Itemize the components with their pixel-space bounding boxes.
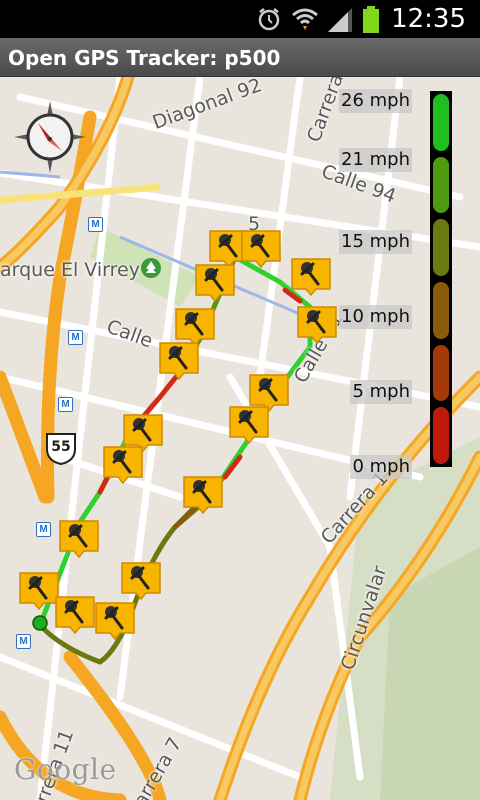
- waypoint-pin-icon[interactable]: [296, 305, 338, 345]
- metro-icon: M: [16, 634, 31, 649]
- legend-label-5: 5 mph: [350, 380, 412, 404]
- map-view[interactable]: Diagonal 92 Carrera Calle 94 5 arque El …: [0, 77, 480, 800]
- wifi-icon: [292, 8, 318, 30]
- waypoint-pin-icon[interactable]: [58, 519, 100, 559]
- legend-label-26: 26 mph: [339, 89, 412, 113]
- speed-color-bar: [430, 91, 452, 467]
- legend-label-10: 10 mph: [339, 305, 412, 329]
- waypoint-pin-icon[interactable]: [182, 475, 224, 515]
- metro-icon: M: [58, 397, 73, 412]
- signal-icon: [328, 8, 352, 32]
- status-clock: 12:35: [391, 4, 466, 34]
- waypoint-pin-icon[interactable]: [94, 601, 136, 641]
- page-title: Open GPS Tracker: p500: [8, 46, 281, 70]
- speed-color-segment: [433, 156, 449, 214]
- waypoint-pin-icon[interactable]: [120, 561, 162, 601]
- waypoint-pin-icon[interactable]: [290, 257, 332, 297]
- speed-color-segment: [433, 94, 449, 151]
- waypoint-pin-icon[interactable]: [102, 445, 144, 485]
- metro-icon: M: [36, 522, 51, 537]
- battery-icon: [363, 6, 379, 33]
- waypoint-pin-icon[interactable]: [240, 229, 282, 269]
- app-title-bar: Open GPS Tracker: p500: [0, 38, 480, 77]
- speed-color-segment: [433, 344, 449, 402]
- waypoint-pin-icon[interactable]: [158, 341, 200, 381]
- speed-color-segment: [433, 407, 449, 464]
- status-bar: 12:35: [0, 0, 480, 38]
- legend-label-21: 21 mph: [339, 148, 412, 172]
- legend-label-0: 0 mph: [350, 455, 412, 479]
- park-icon: [141, 258, 161, 278]
- legend-label-15: 15 mph: [339, 230, 412, 254]
- metro-icon: M: [88, 217, 103, 232]
- waypoint-pin-icon[interactable]: [54, 595, 96, 635]
- route-shield-number: 55: [51, 439, 71, 455]
- google-logo: Google: [14, 753, 117, 786]
- compass-icon[interactable]: [14, 101, 86, 173]
- speed-color-segment: [433, 219, 449, 276]
- metro-icon: M: [68, 330, 83, 345]
- waypoint-pin-icon[interactable]: [194, 263, 236, 303]
- waypoint-pin-icon[interactable]: [228, 405, 270, 445]
- alarm-clock-icon: [258, 8, 280, 31]
- speed-color-segment: [433, 282, 449, 339]
- park-label: arque El Virrey: [0, 259, 140, 281]
